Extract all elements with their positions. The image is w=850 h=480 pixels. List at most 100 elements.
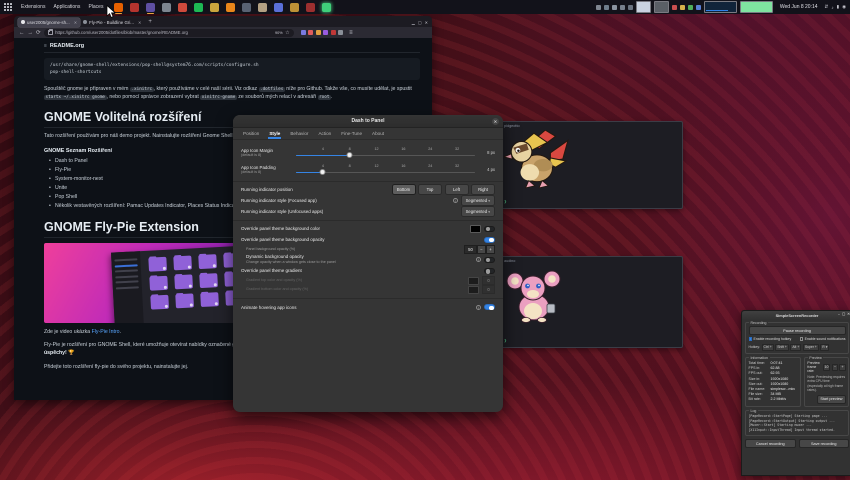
panel-opacity-spinner[interactable]: 50 − + bbox=[464, 245, 495, 254]
hotkey-super[interactable]: Super + bbox=[802, 343, 819, 351]
terminal1-prompt[interactable]: ❯ bbox=[504, 200, 507, 205]
tray-icon-1[interactable] bbox=[595, 4, 601, 10]
bg-color-toggle[interactable] bbox=[484, 225, 495, 232]
margin-slider-knob[interactable] bbox=[346, 151, 353, 158]
volume-icon[interactable]: ♪ bbox=[831, 5, 833, 10]
extension-icon-3[interactable] bbox=[315, 30, 321, 35]
back-button[interactable]: ← bbox=[19, 30, 25, 36]
hotkey-shift[interactable]: Shift + bbox=[775, 343, 789, 351]
dialog-close-icon[interactable]: ✕ bbox=[492, 117, 499, 125]
url-bar[interactable]: https://github.com/user2005/dotfiles/blo… bbox=[43, 28, 294, 37]
flypie-video-thumbnail[interactable] bbox=[44, 242, 236, 323]
save-recording-button[interactable]: Save recording bbox=[798, 439, 849, 448]
position-top-button[interactable]: Top bbox=[418, 184, 442, 195]
browser-minimize-button[interactable]: ▁ bbox=[412, 20, 415, 25]
focused-style-dropdown[interactable]: Segmented ▾ bbox=[460, 195, 495, 206]
position-left-button[interactable]: Left bbox=[444, 184, 469, 195]
tab1-close-icon[interactable]: ✕ bbox=[74, 20, 77, 25]
bookmark-star-icon[interactable]: ☆ bbox=[285, 30, 289, 36]
terminal-pidgeotto[interactable]: pidgeotto ❯ bbox=[499, 121, 683, 209]
camera-icon[interactable] bbox=[210, 2, 220, 12]
tab-action[interactable]: Action bbox=[313, 129, 336, 138]
extension-icon-1[interactable] bbox=[300, 30, 306, 35]
hamburger-menu-icon[interactable]: ≡ bbox=[349, 30, 353, 36]
tab-fine-tune[interactable]: Fine-Tune bbox=[336, 129, 367, 138]
checkbox-icon[interactable] bbox=[799, 337, 804, 341]
menu-places[interactable]: Places bbox=[88, 4, 103, 10]
frame-rate-plus[interactable]: + bbox=[839, 363, 846, 371]
dialog-titlebar[interactable]: Dash to Panel ✕ bbox=[233, 115, 503, 128]
app-icon-margin-slider[interactable]: 4 8 12 16 24 32 bbox=[296, 146, 475, 160]
recorder-minimize-button[interactable]: – bbox=[838, 312, 840, 316]
app-grid-icon[interactable] bbox=[4, 3, 12, 11]
info-icon[interactable]: i bbox=[476, 304, 481, 310]
package-manager-icon[interactable] bbox=[242, 2, 252, 12]
plus-button[interactable]: + bbox=[486, 245, 495, 254]
screen-recorder-icon[interactable] bbox=[322, 2, 332, 12]
recorder-maximize-button[interactable]: ▢ bbox=[842, 312, 845, 316]
url-text[interactable]: https://github.com/user2005/dotfiles/blo… bbox=[55, 30, 272, 35]
dynamic-opacity-toggle[interactable] bbox=[484, 256, 495, 263]
animate-hover-toggle[interactable] bbox=[484, 304, 495, 311]
tab2-close-icon[interactable]: ✕ bbox=[138, 20, 141, 25]
flypie-intro-link[interactable]: Fly-Pie Intro bbox=[92, 329, 120, 335]
tray-icon-9[interactable] bbox=[695, 4, 701, 10]
battery-icon[interactable]: ▮ bbox=[837, 4, 839, 10]
window-preview-terminal[interactable] bbox=[703, 1, 737, 13]
window-preview-green[interactable] bbox=[739, 1, 773, 13]
recorder-titlebar[interactable]: SimpleScreenRecorder – ▢ ✕ bbox=[742, 311, 850, 319]
start-preview-button[interactable]: Start preview bbox=[817, 394, 846, 404]
app-icon-padding-slider[interactable]: 4 8 12 16 24 32 bbox=[296, 163, 475, 177]
checkbox-checked-icon[interactable] bbox=[748, 337, 752, 341]
files-icon[interactable] bbox=[162, 2, 172, 12]
tray-icon-8[interactable] bbox=[687, 4, 693, 10]
vlc-icon[interactable] bbox=[226, 2, 236, 12]
window-preview-light[interactable] bbox=[635, 1, 651, 13]
sound-checkbox[interactable]: Enable sound notifications bbox=[799, 337, 846, 341]
clock[interactable]: Wed Jun 8 20:14 bbox=[780, 4, 818, 10]
network-icon[interactable]: ⇵ bbox=[825, 4, 829, 10]
tray-icon-6[interactable] bbox=[671, 4, 677, 10]
tab-github-readme[interactable]: user2005/gnome-sh... ✕ bbox=[18, 17, 81, 27]
position-right-button[interactable]: Right bbox=[471, 184, 495, 195]
tab-behavior[interactable]: Behavior bbox=[285, 129, 313, 138]
tray-icon-3[interactable] bbox=[611, 4, 617, 10]
forward-button[interactable]: → bbox=[28, 30, 34, 36]
tab-style[interactable]: Style bbox=[264, 129, 285, 139]
tray-icon-2[interactable] bbox=[603, 4, 609, 10]
pause-recording-button[interactable]: Pause recording bbox=[748, 326, 846, 335]
bg-color-swatch[interactable] bbox=[470, 224, 481, 233]
spotify-icon[interactable] bbox=[194, 2, 204, 12]
system-settings-icon[interactable] bbox=[274, 2, 284, 12]
info-icon[interactable]: i bbox=[476, 257, 481, 263]
new-tab-button[interactable]: + bbox=[148, 19, 152, 25]
terminal2-prompt[interactable]: ❯ bbox=[504, 339, 507, 344]
tab-flypie[interactable]: Fly-Pie - Buildline Gri... ✕ bbox=[80, 18, 144, 27]
browser-close-button[interactable]: ✕ bbox=[425, 20, 428, 25]
hotkey-checkbox[interactable]: Enable recording hotkey bbox=[748, 337, 791, 341]
tab-position[interactable]: Position bbox=[238, 129, 264, 138]
position-bottom-button[interactable]: Bottom bbox=[391, 184, 416, 195]
window-preview-gray[interactable] bbox=[653, 1, 669, 13]
hotkey-key-select[interactable]: R ▾ bbox=[820, 343, 830, 351]
menu-applications[interactable]: Applications bbox=[53, 4, 80, 10]
calendar-icon[interactable] bbox=[178, 2, 188, 12]
tray-icon-5[interactable] bbox=[627, 4, 633, 10]
extension-icon-2[interactable] bbox=[308, 30, 314, 35]
browser-maximize-button[interactable]: ▢ bbox=[418, 20, 422, 25]
zoom-level-badge[interactable]: 90% bbox=[275, 31, 283, 35]
gradient-toggle[interactable] bbox=[484, 267, 495, 274]
minus-button[interactable]: − bbox=[477, 245, 486, 254]
menu-extensions[interactable]: Extensions bbox=[21, 4, 45, 10]
hotkey-alt[interactable]: Alt + bbox=[790, 343, 802, 351]
tab-about[interactable]: About bbox=[367, 129, 389, 138]
text-editor-icon[interactable] bbox=[146, 2, 156, 14]
hotkey-ctrl[interactable]: Ctrl + bbox=[761, 343, 774, 351]
tray-icon-7[interactable] bbox=[679, 4, 685, 10]
video-player-icon[interactable] bbox=[306, 2, 316, 12]
info-icon[interactable]: i bbox=[452, 198, 458, 203]
tray-icon-4[interactable] bbox=[619, 4, 625, 10]
bg-opacity-toggle[interactable] bbox=[484, 236, 495, 243]
log-output[interactable]: [PageRecord::StartPage] Starting page ..… bbox=[749, 414, 846, 432]
cancel-recording-button[interactable]: Cancel recording bbox=[745, 439, 796, 448]
